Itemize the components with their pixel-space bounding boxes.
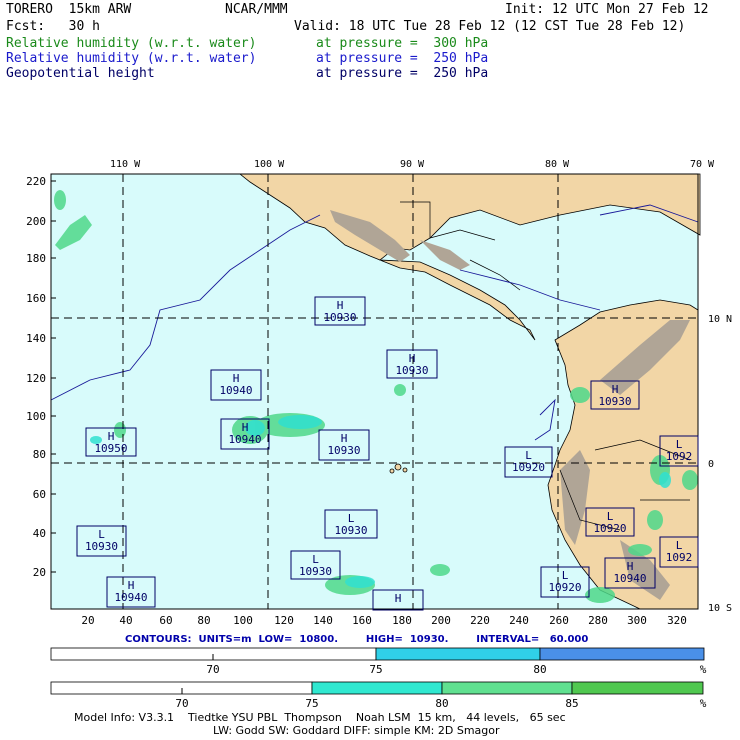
colorbar-rh300: 70 75 80 85 % [50,681,707,710]
cb1-label: 70 [206,663,219,676]
cb2-label: 80 [435,697,448,710]
cb2-label: % [700,697,707,710]
model-info-line2: LW: Godd SW: Goddard DIFF: simple KM: 2D… [213,724,500,737]
model-info-line1: Model Info: V3.3.1 Tiedtke YSU PBL Thomp… [74,711,566,724]
cb2-label: 75 [305,697,318,710]
cb1-label: 80 [533,663,546,676]
cb1-segment [539,647,705,661]
cb1-label: 75 [369,663,382,676]
cb2-segment [571,681,704,695]
cb2-label: 85 [565,697,578,710]
cb2-segment [441,681,573,695]
colorbar-rh250: 70 75 80 % [50,647,707,676]
cb2-label: 70 [175,697,188,710]
cb1-segment [375,647,541,661]
cb1-label: % [700,663,707,676]
colorbars: 70 75 80 % 70 75 80 85 % [50,647,707,710]
cb2-segment [311,681,443,695]
